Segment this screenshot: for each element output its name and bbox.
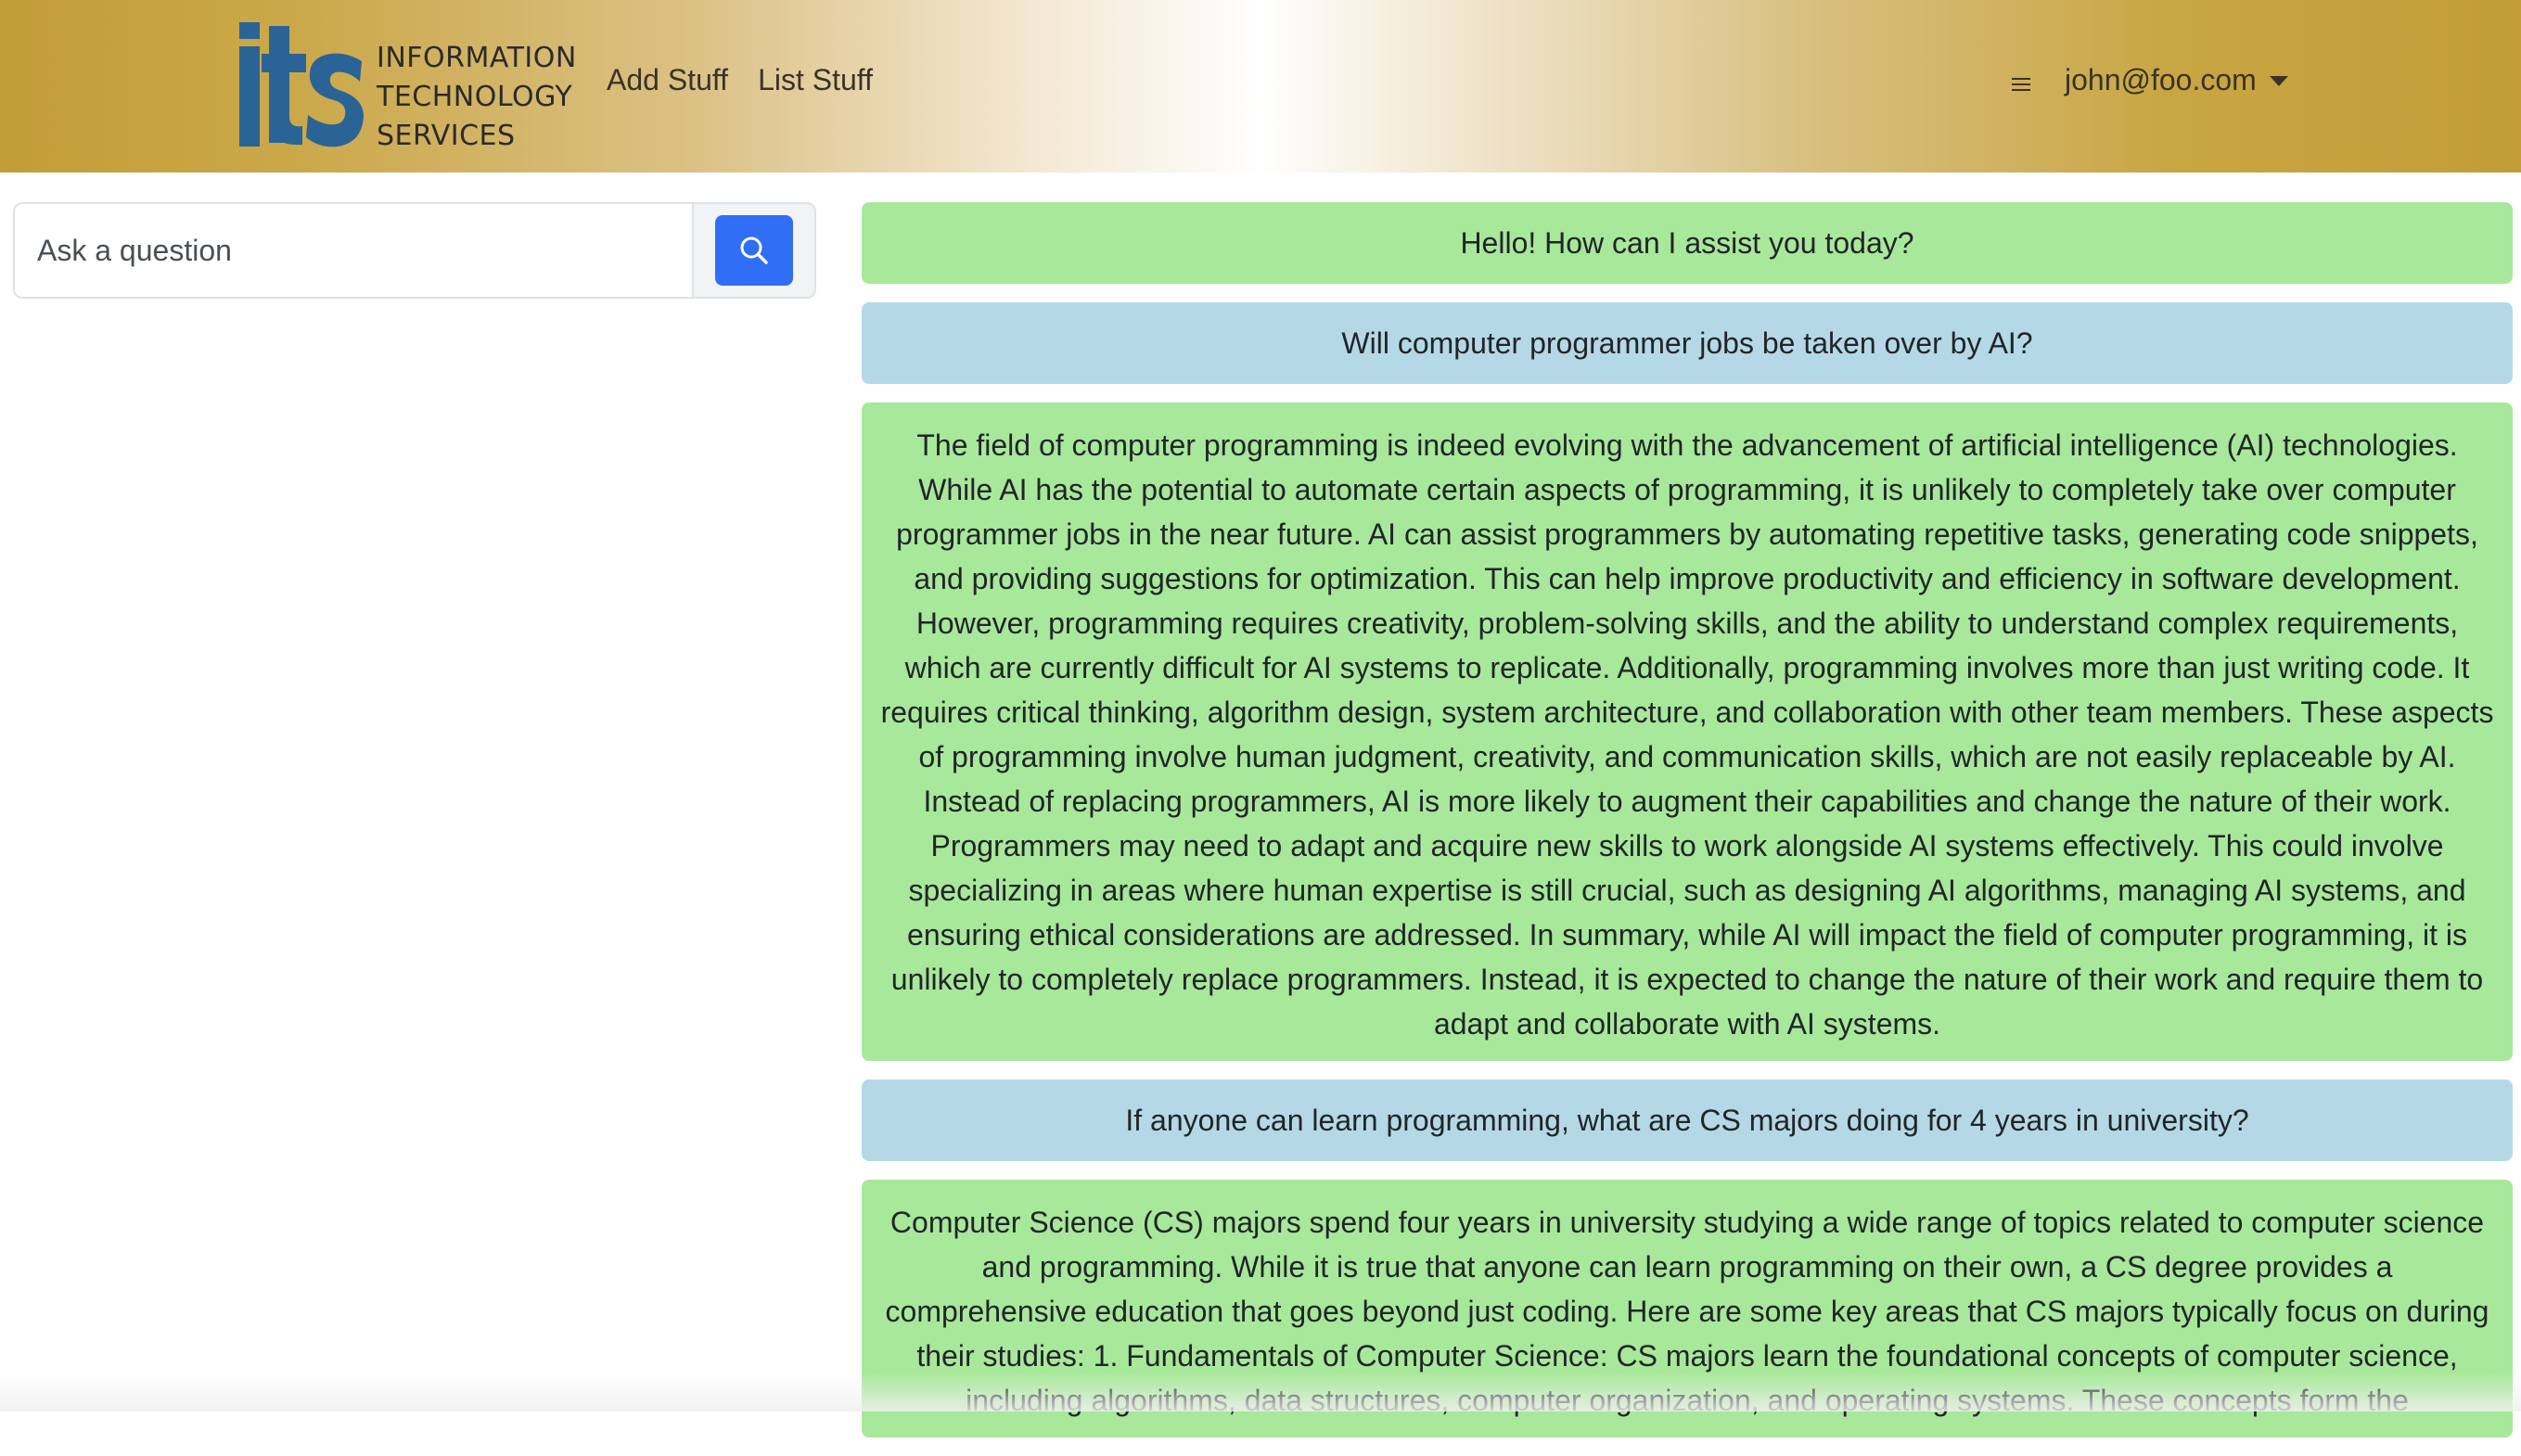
assistant-message: Hello! How can I assist you today? [862, 202, 2513, 284]
chat-thread: Hello! How can I assist you today? Will … [862, 202, 2513, 1456]
top-navbar: INFORMATION TECHNOLOGY SERVICES Add Stuf… [0, 0, 2521, 172]
search-button-wrapper [694, 204, 814, 297]
search-button[interactable] [715, 215, 793, 286]
search-icon [740, 236, 768, 264]
assistant-message: Computer Science (CS) majors spend four … [862, 1180, 2513, 1437]
nav-links: Add Stuff List Stuff [607, 63, 873, 97]
nav-list-stuff[interactable]: List Stuff [758, 63, 873, 97]
user-message: Will computer programmer jobs be taken o… [862, 302, 2513, 384]
logo-text: INFORMATION TECHNOLOGY SERVICES [377, 39, 577, 156]
user-message: If anyone can learn programming, what ar… [862, 1079, 2513, 1161]
its-logo-mark [239, 22, 364, 147]
chevron-down-icon [2269, 76, 2288, 86]
user-dropdown[interactable]: john@foo.com [2065, 63, 2288, 97]
assistant-message: The field of computer programming is ind… [862, 402, 2513, 1061]
question-input[interactable] [15, 204, 694, 297]
nav-add-stuff[interactable]: Add Stuff [607, 63, 728, 97]
logo-line-1: INFORMATION [377, 42, 577, 74]
user-email: john@foo.com [2065, 63, 2257, 96]
hamburger-icon[interactable] [2009, 72, 2033, 96]
logo-line-2: TECHNOLOGY [377, 81, 573, 113]
logo-line-3: SERVICES [377, 120, 516, 152]
its-logo[interactable]: INFORMATION TECHNOLOGY SERVICES [237, 20, 576, 154]
question-search-group [13, 202, 816, 299]
